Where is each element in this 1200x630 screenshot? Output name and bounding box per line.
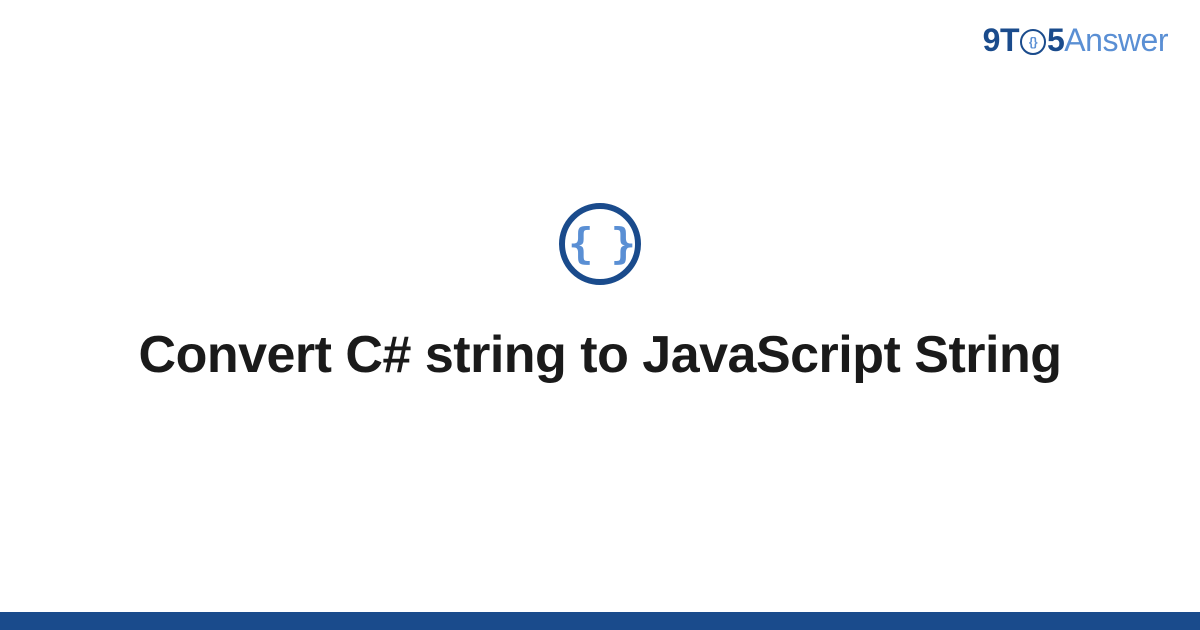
footer-bar [0,612,1200,630]
main-content: { } Convert C# string to JavaScript Stri… [0,0,1200,630]
braces-icon: { } [559,203,641,285]
page-title: Convert C# string to JavaScript String [139,323,1062,388]
braces-glyph: { } [568,223,632,265]
